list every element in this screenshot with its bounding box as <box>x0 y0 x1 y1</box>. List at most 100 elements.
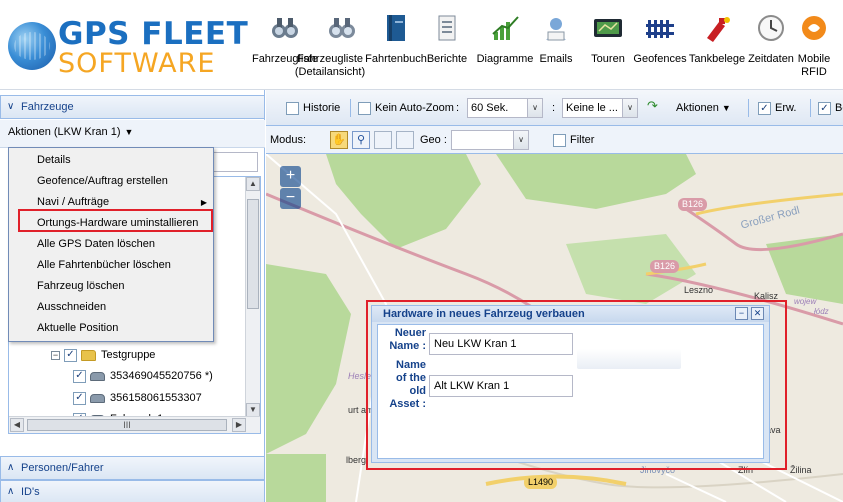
geo-label: Geo : <box>420 134 447 146</box>
minimize-icon[interactable]: − <box>735 307 748 320</box>
toolbar-label: Tankbelege <box>688 53 746 65</box>
dialog-title[interactable]: Hardware in neues Fahrzeug verbauen <box>372 306 769 322</box>
section-header-fahrzeuge[interactable]: ∨ Fahrzeuge <box>0 95 265 119</box>
separator-colon: : <box>552 102 556 114</box>
place-label: lberg <box>346 455 367 465</box>
toolbar-diagramme[interactable]: Diagramme <box>476 0 534 90</box>
checkbox-historie[interactable]: Historie <box>286 98 340 118</box>
tour-icon <box>592 12 624 44</box>
chevron-up-icon: ∧ <box>7 486 15 497</box>
checkbox-filter[interactable]: Filter <box>553 130 594 150</box>
collapse-icon[interactable]: − <box>51 350 60 360</box>
checkbox[interactable]: ✓ <box>818 101 831 115</box>
tree-item[interactable]: ✓ 356158061553307 <box>73 388 202 408</box>
new-name-label: Neuer Name : <box>389 327 426 352</box>
folder-icon <box>81 349 96 361</box>
menu-item-delete-gps[interactable]: Alle GPS Daten löschen <box>9 234 213 255</box>
zoom-out-button[interactable]: − <box>280 188 301 209</box>
new-name-input[interactable]: Neu LKW Kran 1 <box>429 333 573 355</box>
close-icon[interactable]: ✕ <box>751 307 764 320</box>
actions-dropdown-button[interactable]: Aktionen (LKW Kran 1) ▼ <box>8 126 133 138</box>
checkbox-erw[interactable]: ✓ Erw. <box>758 98 796 118</box>
select-value: Keine le ... <box>566 102 618 114</box>
menu-item-delete-vehicle[interactable]: Fahrzeug löschen <box>9 276 213 297</box>
checkbox-label: Filter <box>570 134 595 146</box>
menu-item-label: Alle Fahrtenbücher löschen <box>37 259 171 271</box>
chevron-down-icon[interactable]: ∨ <box>527 99 542 117</box>
chevron-down-icon[interactable]: ∨ <box>622 99 637 117</box>
scroll-left-icon[interactable]: ◀ <box>10 418 24 432</box>
section-header-ids[interactable]: ∧ ID's <box>0 480 265 502</box>
scroll-down-icon[interactable]: ▼ <box>246 403 260 417</box>
checkbox[interactable] <box>286 101 299 115</box>
toolbar-tankbelege[interactable]: Tankbelege <box>686 0 748 90</box>
hand-tool-icon[interactable]: ✋ <box>330 131 348 149</box>
rfid-icon <box>798 12 830 44</box>
old-name-input[interactable]: Alt LKW Kran 1 <box>429 375 573 397</box>
layer-select[interactable]: Keine le ... ∨ <box>562 98 638 118</box>
tree-item[interactable]: ✓ 353469045520756 *) <box>73 366 213 386</box>
zoom-tool-icon[interactable]: ⚲ <box>352 131 370 149</box>
toolbar-label: Fahrzeugliste (Detailansicht) <box>294 53 366 78</box>
menu-item-cut[interactable]: Ausschneiden <box>9 297 213 318</box>
checkbox-label: Historie <box>303 102 341 114</box>
checkbox-be[interactable]: ✓ Be <box>818 98 843 118</box>
toolbar-touren[interactable]: Touren <box>578 0 638 90</box>
road-label: L1490 <box>524 476 558 489</box>
checkbox[interactable]: ✓ <box>758 101 771 115</box>
checkbox-kein-auto-zoom[interactable]: Kein Auto-Zoom <box>358 98 454 118</box>
export-icon[interactable]: ↷ <box>647 96 658 116</box>
toolbar-emails[interactable]: Emails <box>534 0 578 90</box>
select-rect-tool-icon[interactable] <box>374 131 392 149</box>
checkbox[interactable]: ✓ <box>64 348 77 362</box>
scroll-thumb[interactable] <box>247 199 259 309</box>
scroll-thumb[interactable]: III <box>27 419 227 431</box>
caret-down-icon: ▼ <box>124 127 134 137</box>
checkbox[interactable] <box>553 133 566 147</box>
menu-item-current-position[interactable]: Aktuelle Position <box>9 318 213 339</box>
menu-item-label: Ausschneiden <box>37 301 107 313</box>
tree-group[interactable]: − ✓ Testgruppe <box>51 345 155 365</box>
binoculars-detail-icon <box>326 12 358 44</box>
checkbox[interactable]: ✓ <box>73 369 86 383</box>
toolbar-fahrzeugliste-detail[interactable]: Fahrzeugliste (Detailansicht) <box>290 0 370 90</box>
interval-select[interactable]: 60 Sek. ∨ <box>467 98 543 118</box>
chevron-down-icon: ∨ <box>7 101 15 112</box>
menu-item-label: Aktuelle Position <box>37 322 119 334</box>
menu-item-details[interactable]: Details <box>9 150 213 171</box>
section-title: ID's <box>21 486 40 498</box>
map-toolbar: Historie Kein Auto-Zoom : 60 Sek. ∨ : Kei… <box>266 90 843 126</box>
checkbox-label: Erw. <box>775 102 797 114</box>
menu-item-delete-logbooks[interactable]: Alle Fahrtenbücher löschen <box>9 255 213 276</box>
chart-icon <box>489 12 521 44</box>
toolbar-berichte[interactable]: Berichte <box>422 0 472 90</box>
geo-select[interactable]: ∨ <box>451 130 529 150</box>
toolbar-label: Geofences <box>633 53 687 65</box>
checkbox[interactable] <box>358 101 371 115</box>
toolbar-zeitdaten[interactable]: Zeitdaten <box>743 0 799 90</box>
tree-vertical-scrollbar[interactable]: ▲ ▼ <box>245 177 260 417</box>
map-actions-button[interactable]: Aktionen ▼ <box>676 98 731 118</box>
zoom-in-button[interactable]: + <box>280 166 301 187</box>
app-header: GPS FLEET SOFTWARE Fahrzeugliste Fahrzeu… <box>0 0 843 90</box>
select-value: 60 Sek. <box>471 102 509 114</box>
old-name-label: Name of the old Asset : <box>389 359 426 410</box>
checkbox-label: Be <box>835 102 843 114</box>
actions-bar: Aktionen (LKW Kran 1) ▼ <box>0 120 265 148</box>
polygon-tool-icon[interactable] <box>396 131 414 149</box>
logo[interactable]: GPS FLEET SOFTWARE <box>6 14 248 79</box>
tree-item-label: 353469045520756 *) <box>110 370 213 382</box>
checkbox[interactable]: ✓ <box>73 391 86 405</box>
chevron-down-icon[interactable]: ∨ <box>513 131 528 149</box>
tree-horizontal-scrollbar[interactable]: ◀ III ▶ <box>9 416 260 433</box>
vehicle-icon <box>90 371 105 381</box>
road-label: B126 <box>650 260 680 273</box>
toolbar-geofences[interactable]: Geofences <box>630 0 690 90</box>
scroll-right-icon[interactable]: ▶ <box>232 418 246 432</box>
vehicle-search-input[interactable] <box>210 152 258 172</box>
menu-item-geofence[interactable]: Geofence/Auftrag erstellen <box>9 171 213 192</box>
toolbar-mobile-rfid[interactable]: Mobile RFID <box>792 0 836 90</box>
scroll-up-icon[interactable]: ▲ <box>246 177 260 191</box>
section-header-personen[interactable]: ∧ Personen/Fahrer <box>0 456 265 480</box>
toolbar-label: Zeitdaten <box>748 53 794 65</box>
